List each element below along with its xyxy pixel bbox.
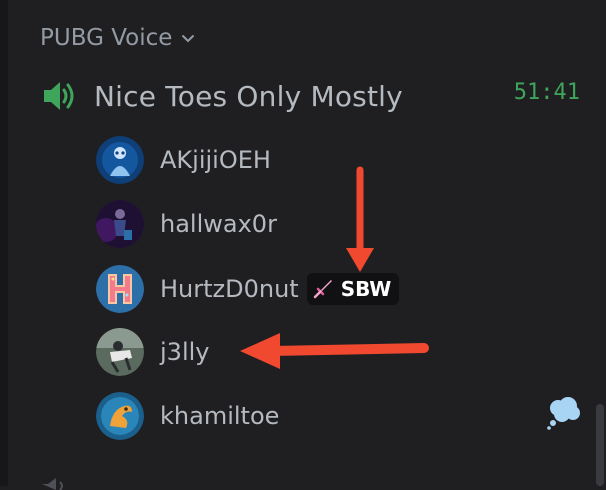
- username: hallwax0r: [160, 210, 277, 238]
- sword-icon: [313, 280, 332, 299]
- category-name: PUBG Voice: [40, 25, 173, 51]
- guild-tag-badge[interactable]: SBW: [306, 273, 400, 305]
- avatar[interactable]: [96, 328, 144, 376]
- chevron-down-icon: [182, 35, 195, 43]
- username: j3lly: [160, 338, 210, 366]
- avatar[interactable]: [96, 392, 144, 440]
- speaker-icon: [44, 82, 74, 110]
- voice-user-hurtzd0nut[interactable]: HurtzD0nut SBW: [96, 265, 586, 313]
- thought-bubble-icon: [547, 397, 580, 430]
- voice-channel[interactable]: Nice Toes Only Mostly 51:41: [40, 74, 588, 118]
- left-gutter: [0, 0, 8, 486]
- voice-user-khamiltoe[interactable]: khamiltoe: [96, 392, 586, 440]
- channel-name: Nice Toes Only Mostly: [94, 79, 403, 113]
- voice-user-akjijioeh[interactable]: AKjijiOEH: [96, 136, 586, 184]
- avatar[interactable]: [96, 265, 144, 313]
- voice-category-header[interactable]: PUBG Voice: [40, 21, 196, 55]
- call-timer: 51:41: [513, 80, 580, 105]
- guild-tag-text: SBW: [340, 277, 392, 301]
- username: khamiltoe: [160, 402, 280, 430]
- username: AKjijiOEH: [160, 146, 271, 174]
- avatar[interactable]: [96, 200, 144, 248]
- speaker-icon: [42, 478, 63, 490]
- voice-user-j3lly[interactable]: j3lly: [96, 328, 586, 376]
- scrollbar-thumb[interactable]: [596, 404, 604, 486]
- voice-user-hallwax0r[interactable]: hallwax0r: [96, 200, 586, 248]
- avatar[interactable]: [96, 136, 144, 184]
- username: HurtzD0nut: [160, 275, 299, 303]
